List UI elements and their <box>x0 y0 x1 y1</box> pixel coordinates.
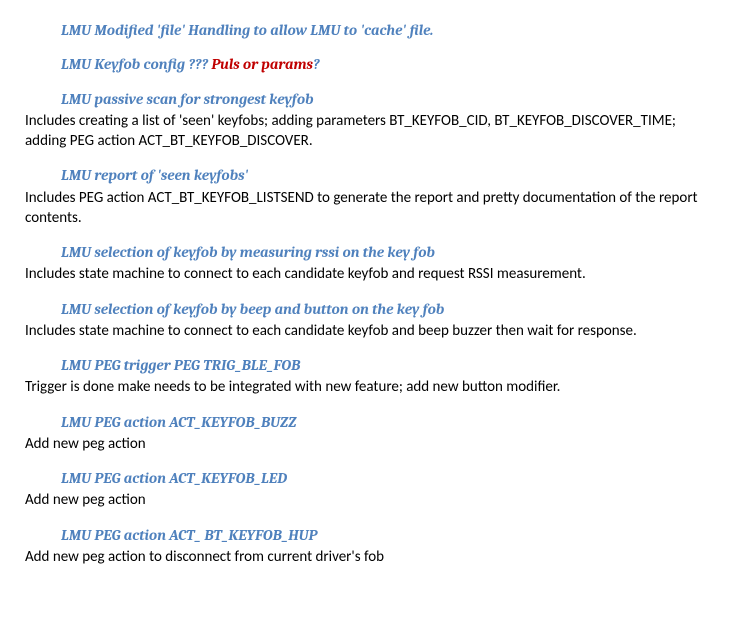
section-heading-2: LMU Keyfob config ??? Puls or params? <box>25 54 710 74</box>
heading-2-suffix: ? <box>313 55 320 73</box>
section-body-7: Trigger is done make needs to be integra… <box>25 377 710 397</box>
section-heading-7: LMU PEG trigger PEG TRIG_BLE_FOB <box>25 355 710 375</box>
section-heading-3: LMU passive scan for strongest keyfob <box>25 89 710 109</box>
section-heading-1: LMU Modified 'file' Handling to allow LM… <box>25 20 710 40</box>
section-heading-10: LMU PEG action ACT_ BT_KEYFOB_HUP <box>25 525 710 545</box>
section-body-8: Add new peg action <box>25 434 710 454</box>
section-heading-8: LMU PEG action ACT_KEYFOB_BUZZ <box>25 412 710 432</box>
section-heading-4: LMU report of 'seen keyfobs' <box>25 165 710 185</box>
section-body-5: Includes state machine to connect to eac… <box>25 264 710 284</box>
section-body-3: Includes creating a list of 'seen' keyfo… <box>25 111 710 152</box>
section-body-10: Add new peg action to disconnect from cu… <box>25 547 710 567</box>
section-body-9: Add new peg action <box>25 490 710 510</box>
section-body-4: Includes PEG action ACT_BT_KEYFOB_LISTSE… <box>25 188 710 229</box>
heading-2-prefix: LMU Keyfob config ??? <box>61 55 211 73</box>
section-heading-6: LMU selection of keyfob by beep and butt… <box>25 299 710 319</box>
section-body-6: Includes state machine to connect to eac… <box>25 321 710 341</box>
heading-2-red: Puls or params <box>211 55 313 73</box>
section-heading-9: LMU PEG action ACT_KEYFOB_LED <box>25 468 710 488</box>
section-heading-5: LMU selection of keyfob by measuring rss… <box>25 242 710 262</box>
